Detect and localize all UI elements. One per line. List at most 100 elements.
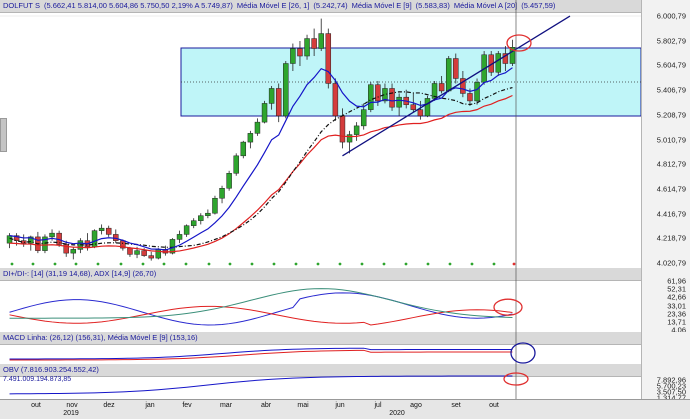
bullish-candle [353, 125, 360, 135]
price-y-tick: 5.010,79 [656, 135, 686, 144]
bullish-candle [304, 38, 310, 57]
bullish-candle [134, 250, 140, 255]
macd-chart[interactable] [0, 332, 690, 364]
obv-pane[interactable]: OBV (7.816.903.254.552,42) 7.491.009.194… [0, 364, 690, 403]
month-label: jul [374, 402, 382, 409]
month-label: jan [145, 402, 155, 409]
signal-dot [512, 262, 516, 266]
time-axis[interactable]: out nov dez jan fev mar abr mai jun jul ago set out 2… [0, 399, 690, 419]
bearish-candle [148, 255, 154, 259]
price-y-axis[interactable]: 6.000,79 5.802,79 5.604,79 5.406,79 5.208,79… [641, 0, 690, 268]
signal-dot [53, 262, 57, 266]
signal-dot [294, 262, 298, 266]
bearish-candle [332, 83, 339, 117]
bullish-candle [396, 96, 402, 108]
signal-dot [360, 262, 364, 266]
signal-dot [207, 262, 211, 266]
year-label: 2020 [389, 410, 405, 417]
signal-dot [184, 262, 188, 266]
month-label: ago [410, 402, 422, 409]
bearish-candle [410, 104, 417, 110]
obv-y-axis[interactable]: 7.892,96 5.700,23 3.507,50 1.314,77 [641, 364, 690, 403]
bullish-candle [290, 48, 296, 64]
bullish-candle [283, 63, 289, 117]
bullish-candle [268, 88, 275, 104]
month-label: out [489, 402, 499, 409]
bearish-candle [417, 109, 424, 117]
price-y-tick: 4.614,79 [656, 184, 686, 194]
signal-dot [470, 262, 474, 266]
bullish-candle [254, 121, 261, 134]
signal-dot [492, 262, 496, 266]
bullish-candle [445, 58, 452, 92]
bullish-candle [198, 215, 204, 221]
month-label: jun [335, 402, 345, 409]
signal-dot [96, 262, 100, 266]
bullish-candle [261, 103, 268, 123]
bearish-candle [389, 88, 395, 108]
month-label: fev [182, 402, 192, 409]
year-label: 2019 [63, 410, 79, 417]
bullish-candle [205, 212, 211, 216]
obv-chart[interactable] [0, 364, 690, 399]
macd-pane[interactable]: MACD Linha: (26,12) (156,31), Média Móve… [0, 332, 690, 365]
signal-dot [382, 262, 386, 266]
signal-dot [404, 262, 408, 266]
price-y-tick: 4.020,79 [656, 258, 686, 268]
signal-dot [426, 262, 430, 266]
price-y-tick: 4.812,79 [656, 159, 686, 169]
bearish-candle [438, 83, 445, 92]
bearish-candle [297, 48, 303, 57]
signal-dot [119, 262, 123, 266]
month-label: nov [66, 402, 78, 409]
signal-dot [228, 262, 232, 266]
di-pane[interactable]: DI+/DI-: [14] (31,19 14,68), ADX [14,9] … [0, 268, 690, 335]
macd-y-axis[interactable] [641, 332, 690, 364]
month-label: dez [103, 402, 115, 409]
bullish-candle [183, 225, 190, 235]
di-minus-line [9, 305, 513, 326]
bullish-candle [176, 234, 183, 240]
di-y-axis[interactable]: 61,96 52,31 42,66 33,01 23,36 13,71 4,06 [641, 268, 690, 335]
month-label: out [31, 402, 41, 409]
bearish-candle [339, 115, 346, 143]
bullish-candle [190, 220, 197, 226]
price-y-tick: 5.208,79 [656, 110, 686, 120]
bearish-candle [105, 227, 112, 235]
bearish-candle [375, 84, 381, 102]
di-chart[interactable] [0, 268, 690, 332]
bearish-candle [325, 33, 332, 84]
bullish-candle [346, 134, 353, 143]
bullish-candle [226, 173, 232, 189]
signal-dot [162, 262, 166, 266]
bearish-candle [20, 240, 27, 244]
price-pane[interactable]: DOLFUT S (5.662,41 5.814,00 5.604,86 5.75… [0, 0, 690, 269]
price-chart[interactable] [0, 0, 690, 268]
signal-dot [10, 262, 14, 266]
month-label: mai [297, 402, 309, 409]
bearish-candle [141, 250, 147, 256]
bearish-candle [453, 58, 459, 79]
signal-dot [141, 262, 145, 266]
bullish-candle [70, 249, 77, 254]
month-label: set [451, 402, 461, 409]
price-y-tick: 5.604,79 [656, 60, 686, 70]
price-y-tick: 4.416,79 [656, 209, 686, 219]
bearish-candle [467, 93, 473, 102]
bullish-candle [424, 98, 431, 117]
bullish-candle [240, 141, 247, 157]
bullish-candle [247, 133, 254, 143]
signal-dot [272, 262, 276, 266]
month-label: abr [260, 402, 272, 409]
annotation-circle [493, 298, 523, 316]
bullish-candle [368, 84, 374, 110]
bearish-candle [275, 88, 282, 117]
bullish-candle [219, 188, 225, 199]
adx-line [9, 288, 513, 319]
bullish-candle [98, 227, 105, 231]
bearish-candle [113, 234, 119, 241]
price-y-tick: 5.406,79 [656, 85, 686, 95]
bullish-candle [6, 235, 13, 244]
pane-resize-handle[interactable] [0, 118, 7, 152]
ema26-line [9, 94, 513, 253]
